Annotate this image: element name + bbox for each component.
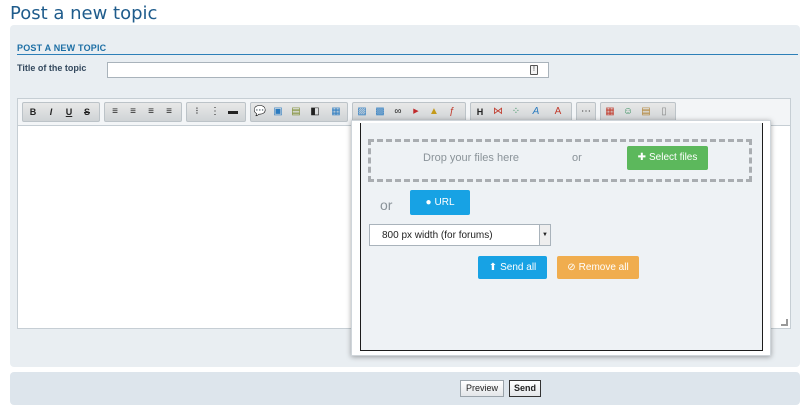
send-button[interactable]: Send xyxy=(509,380,541,397)
remove-all-button[interactable]: ⊘ Remove all xyxy=(557,256,639,279)
dropzone-or-text: or xyxy=(572,152,582,164)
font-size-icon[interactable]: ⋈ xyxy=(491,105,505,119)
select-files-button[interactable]: ✚ Select files xyxy=(627,146,708,170)
page-title: Post a new topic xyxy=(10,3,158,24)
title-input[interactable] xyxy=(108,66,528,81)
align-center-icon[interactable]: ≡ xyxy=(126,105,140,119)
color-icon[interactable]: ⁘ xyxy=(509,105,523,119)
align-justify-icon[interactable]: ≡ xyxy=(162,105,176,119)
underline-button[interactable]: U xyxy=(62,105,76,119)
more-options-icon[interactable]: ⋯ xyxy=(579,105,593,119)
section-divider xyxy=(17,54,798,55)
image-upload-icon[interactable]: ▨ xyxy=(355,105,369,119)
bullet-list-icon[interactable]: ⁝ xyxy=(190,105,204,119)
emoji-icon[interactable]: ☺ xyxy=(621,105,635,119)
url-label: URL xyxy=(434,197,455,208)
send-all-button[interactable]: ⬆ Send all xyxy=(478,256,547,279)
send-all-label: Send all xyxy=(500,262,537,273)
align-right-icon[interactable]: ≡ xyxy=(144,105,158,119)
align-group: ≡ ≡ ≡ ≡ xyxy=(104,102,182,122)
dropzone-text: Drop your files here xyxy=(423,152,519,164)
upload-icon: ⬆ xyxy=(488,262,498,273)
list-group: ⁝ ⋮ ▬ xyxy=(186,102,246,122)
select-files-label: Select files xyxy=(649,152,698,163)
more-group: ⋯ xyxy=(576,102,596,122)
hide-icon[interactable]: ◧ xyxy=(308,105,322,119)
preview-button[interactable]: Preview xyxy=(460,380,504,397)
numbered-list-icon[interactable]: ⋮ xyxy=(208,105,222,119)
title-field[interactable]: ! xyxy=(107,62,549,81)
remove-all-label: Remove all xyxy=(578,262,629,273)
form-footer xyxy=(10,372,800,405)
extras-group: ▦ ☺ ▤ ▯ xyxy=(600,102,676,122)
title-label: Title of the topic xyxy=(17,63,87,73)
section-heading: POST A NEW TOPIC xyxy=(17,43,107,53)
text-style-group: B I U S xyxy=(22,102,100,122)
spoiler-icon[interactable]: ▤ xyxy=(289,105,303,119)
media-group: ▨ ▩ ∞ ▶ ▲ ƒ xyxy=(352,102,466,122)
globe-icon: ● xyxy=(425,197,432,208)
paste-icon[interactable]: ▤ xyxy=(639,105,653,119)
image-size-select[interactable]: 800 px width (for forums) ▼ xyxy=(369,224,551,246)
bold-button[interactable]: B xyxy=(26,105,40,119)
plus-icon: ✚ xyxy=(637,152,647,163)
font-icon[interactable]: A xyxy=(529,105,543,119)
media-icon[interactable]: ▲ xyxy=(427,105,441,119)
heading-button[interactable]: H xyxy=(473,105,487,119)
character-counter-icon[interactable]: ! xyxy=(530,65,538,75)
align-left-icon[interactable]: ≡ xyxy=(108,105,122,119)
italic-button[interactable]: I xyxy=(44,105,58,119)
link-icon[interactable]: ∞ xyxy=(391,105,405,119)
block-group: 💬 ▣ ▤ ◧ ▦ xyxy=(250,102,348,122)
image-host-icon[interactable]: ▩ xyxy=(373,105,387,119)
youtube-icon[interactable]: ▶ xyxy=(409,105,423,119)
resize-handle-icon[interactable] xyxy=(781,319,788,326)
strike-button[interactable]: S xyxy=(80,105,94,119)
flash-icon[interactable]: ƒ xyxy=(445,105,459,119)
code-icon[interactable]: ▣ xyxy=(271,105,285,119)
or-separator: or xyxy=(380,197,393,213)
chevron-down-icon[interactable]: ▼ xyxy=(539,225,550,245)
image-size-value: 800 px width (for forums) xyxy=(382,230,493,241)
source-icon[interactable]: ▯ xyxy=(657,105,671,119)
table-icon[interactable]: ▦ xyxy=(329,105,343,119)
format-group: H ⋈ ⁘ A A xyxy=(470,102,572,122)
url-button[interactable]: ● URL xyxy=(410,190,470,215)
date-icon[interactable]: ▦ xyxy=(603,105,617,119)
ban-icon: ⊘ xyxy=(567,262,576,273)
horizontal-rule-icon[interactable]: ▬ xyxy=(226,105,240,119)
remove-format-icon[interactable]: A xyxy=(551,105,565,119)
quote-icon[interactable]: 💬 xyxy=(253,105,267,119)
